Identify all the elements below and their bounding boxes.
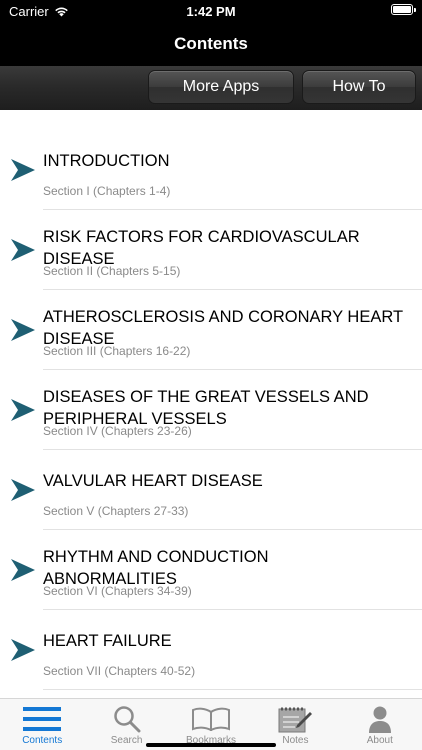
chevron-right-icon — [11, 159, 35, 181]
more-apps-button[interactable]: More Apps — [148, 70, 294, 104]
top-bar: Carrier 1:42 PM Contents — [0, 0, 422, 66]
chevron-right-icon — [11, 239, 35, 261]
book-icon — [192, 707, 231, 731]
battery-icon — [391, 4, 416, 15]
toolbar: More Apps How To — [0, 66, 422, 110]
tab-label: Contents — [22, 735, 63, 746]
status-time: 1:42 PM — [186, 4, 236, 19]
list-item[interactable]: RHYTHM AND CONDUCTION ABNORMALITIES Sect… — [0, 530, 422, 610]
chevron-right-icon — [11, 639, 35, 661]
list-item[interactable]: INTRODUCTION Section I (Chapters 1-4) — [0, 130, 422, 210]
tab-label: Search — [110, 735, 143, 746]
screen: Carrier 1:42 PM Contents More Apps How T… — [0, 0, 422, 750]
person-icon — [368, 706, 391, 733]
list-item[interactable]: RISK FACTORS FOR CARDIOVASCULAR DISEASE … — [0, 210, 422, 290]
section-title: VALVULAR HEART DISEASE — [43, 472, 263, 490]
notepad-pencil-icon — [278, 707, 313, 733]
contents-list: INTRODUCTION Section I (Chapters 1-4) RI… — [0, 130, 422, 690]
chevron-right-icon — [11, 559, 35, 581]
home-indicator — [146, 743, 276, 747]
chevron-right-icon — [11, 479, 35, 501]
section-title: INTRODUCTION — [43, 152, 170, 170]
status-bar: Carrier 1:42 PM — [0, 0, 422, 24]
nav-title: Contents — [174, 34, 248, 53]
section-title: HEART FAILURE — [43, 632, 172, 650]
list-item[interactable]: DISEASES OF THE GREAT VESSELS AND PERIPH… — [0, 370, 422, 450]
tab-about[interactable]: About — [338, 699, 422, 750]
tab-contents[interactable]: Contents — [0, 699, 84, 750]
section-subtitle: Section I (Chapters 1-4) — [43, 184, 171, 198]
list-item[interactable]: HEART FAILURE Section VII (Chapters 40-5… — [0, 610, 422, 690]
tab-label: About — [366, 735, 393, 746]
list-item[interactable]: ATHEROSCLEROSIS AND CORONARY HEART DISEA… — [0, 290, 422, 370]
search-icon — [113, 706, 141, 733]
tab-label: Notes — [282, 735, 309, 746]
row-divider — [43, 689, 422, 690]
section-subtitle: Section IV (Chapters 23-26) — [43, 424, 192, 438]
chevron-right-icon — [11, 319, 35, 341]
section-subtitle: Section VII (Chapters 40-52) — [43, 664, 196, 678]
section-subtitle: Section II (Chapters 5-15) — [43, 264, 181, 278]
section-subtitle: Section III (Chapters 16-22) — [43, 344, 191, 358]
chevron-right-icon — [11, 399, 35, 421]
tab-bar: Contents Search Bookmarks Notes About — [0, 698, 422, 750]
section-subtitle: Section VI (Chapters 34-39) — [43, 584, 192, 598]
list-item[interactable]: VALVULAR HEART DISEASE Section V (Chapte… — [0, 450, 422, 530]
how-to-button[interactable]: How To — [302, 70, 416, 104]
list-icon — [23, 707, 62, 731]
section-subtitle: Section V (Chapters 27-33) — [43, 504, 189, 518]
